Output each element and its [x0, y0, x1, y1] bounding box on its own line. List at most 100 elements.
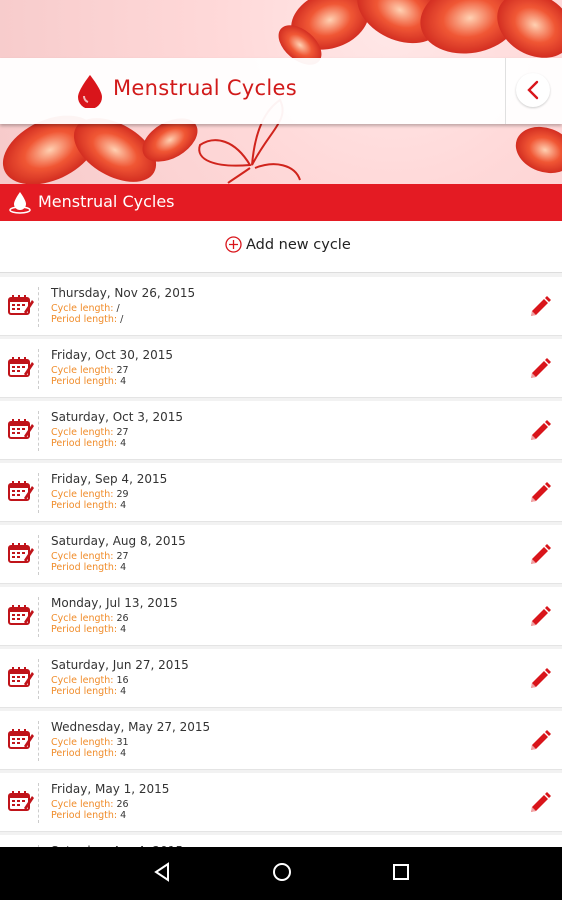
cycle-length-value: 26 — [116, 613, 129, 624]
divider — [505, 58, 506, 124]
period-length-label: Period length: — [51, 376, 118, 387]
cycle-length-label: Cycle length: — [51, 365, 114, 376]
cycle-date: Saturday, Jun 27, 2015 — [51, 658, 189, 672]
period-length-line: Period length: 4 — [51, 810, 126, 821]
cycle-length-line: Cycle length: 16 — [51, 675, 129, 686]
nav-recents-icon[interactable] — [391, 861, 411, 887]
nav-back-icon[interactable] — [152, 861, 172, 887]
cycle-length-label: Cycle length: — [51, 613, 114, 624]
cycle-list-item[interactable]: Monday, Jul 13, 2015 Cycle length: 26 Peri… — [0, 587, 562, 646]
period-length-value: 4 — [120, 686, 127, 697]
water-drop-icon — [8, 190, 32, 218]
period-length-value: 4 — [120, 810, 127, 821]
cycle-list-item[interactable]: Thursday, Nov 26, 2015 Cycle length: / Per… — [0, 277, 562, 336]
calendar-edit-icon — [8, 418, 34, 444]
cycle-list-item[interactable]: Wednesday, May 27, 2015 Cycle length: 31 P… — [0, 711, 562, 770]
divider — [38, 411, 39, 451]
period-length-value: 4 — [120, 562, 127, 573]
cycle-list-item[interactable]: Saturday, Jun 27, 2015 Cycle length: 16 Pe… — [0, 649, 562, 708]
divider — [38, 783, 39, 823]
cycle-length-label: Cycle length: — [51, 799, 114, 810]
cycle-length-value: 16 — [116, 675, 129, 686]
period-length-line: Period length: 4 — [51, 500, 126, 511]
period-length-value: 4 — [120, 748, 127, 759]
pencil-icon[interactable] — [528, 543, 552, 571]
pencil-icon[interactable] — [528, 481, 552, 509]
period-length-label: Period length: — [51, 438, 118, 449]
period-length-line: Period length: 4 — [51, 748, 126, 759]
cycle-list-item[interactable]: Friday, Oct 30, 2015 Cycle length: 27 Peri… — [0, 339, 562, 398]
cycle-length-value: 27 — [116, 365, 129, 376]
cycle-date: Friday, Sep 4, 2015 — [51, 472, 168, 486]
period-length-value: 4 — [120, 624, 127, 635]
calendar-edit-icon — [8, 790, 34, 816]
page-title: Menstrual Cycles — [113, 76, 297, 100]
divider — [38, 597, 39, 637]
calendar-edit-icon — [8, 728, 34, 754]
cycle-length-label: Cycle length: — [51, 737, 114, 748]
chevron-left-icon — [527, 80, 539, 100]
cycle-length-value: 26 — [116, 799, 129, 810]
calendar-edit-icon — [8, 666, 34, 692]
pencil-icon[interactable] — [528, 667, 552, 695]
divider — [38, 659, 39, 699]
cycle-length-line: Cycle length: 27 — [51, 365, 129, 376]
cycle-length-value: 31 — [116, 737, 129, 748]
period-length-line: Period length: 4 — [51, 376, 126, 387]
add-new-cycle-label: Add new cycle — [246, 236, 351, 253]
system-nav-bar — [0, 847, 562, 900]
pencil-icon[interactable] — [528, 791, 552, 819]
period-length-label: Period length: — [51, 686, 118, 697]
add-cycle-row: Add new cycle — [0, 221, 562, 273]
cycle-length-value: 29 — [116, 489, 129, 500]
period-length-value: / — [120, 314, 124, 325]
calendar-edit-icon — [8, 604, 34, 630]
period-length-label: Period length: — [51, 562, 118, 573]
divider — [38, 287, 39, 327]
cycle-date: Saturday, Aug 8, 2015 — [51, 534, 186, 548]
cycle-date: Monday, Jul 13, 2015 — [51, 596, 178, 610]
divider — [38, 535, 39, 575]
cycle-list-item[interactable]: Friday, Sep 4, 2015 Cycle length: 29 Perio… — [0, 463, 562, 522]
divider — [38, 721, 39, 761]
cycle-length-line: Cycle length: 27 — [51, 551, 129, 562]
period-length-label: Period length: — [51, 624, 118, 635]
cycle-date: Friday, May 1, 2015 — [51, 782, 170, 796]
add-new-cycle-button[interactable]: Add new cycle — [225, 236, 351, 253]
back-button[interactable] — [516, 73, 550, 107]
cycle-length-line: Cycle length: 27 — [51, 427, 129, 438]
period-length-label: Period length: — [51, 748, 118, 759]
cycle-length-line: Cycle length: 26 — [51, 799, 129, 810]
period-length-label: Period length: — [51, 500, 118, 511]
cycle-length-value: 27 — [116, 551, 129, 562]
period-length-label: Period length: — [51, 810, 118, 821]
cycle-list-item[interactable]: Saturday, Oct 3, 2015 Cycle length: 27 Per… — [0, 401, 562, 460]
cycle-date: Saturday, Oct 3, 2015 — [51, 410, 184, 424]
cycle-length-label: Cycle length: — [51, 551, 114, 562]
cycle-length-line: Cycle length: 26 — [51, 613, 129, 624]
cycle-date: Wednesday, May 27, 2015 — [51, 720, 211, 734]
calendar-edit-icon — [8, 294, 34, 320]
blood-drop-icon — [76, 74, 104, 112]
period-length-value: 4 — [120, 438, 127, 449]
cycle-list-item[interactable]: Friday, May 1, 2015 Cycle length: 26 Perio… — [0, 773, 562, 832]
period-length-line: Period length: 4 — [51, 438, 126, 449]
cycle-list-item[interactable]: Saturday, Aug 8, 2015 Cycle length: 27 Per… — [0, 525, 562, 584]
pencil-icon[interactable] — [528, 729, 552, 757]
cycle-length-line: Cycle length: / — [51, 303, 120, 314]
app-bar: Menstrual Cycles — [0, 58, 562, 124]
pencil-icon[interactable] — [528, 605, 552, 633]
section-title: Menstrual Cycles — [38, 192, 175, 211]
cycle-length-line: Cycle length: 29 — [51, 489, 129, 500]
nav-home-icon[interactable] — [271, 861, 293, 887]
cycle-length-value: / — [116, 303, 120, 314]
period-length-value: 4 — [120, 500, 127, 511]
cycle-length-line: Cycle length: 31 — [51, 737, 129, 748]
pencil-icon[interactable] — [528, 357, 552, 385]
section-header: Menstrual Cycles — [0, 184, 562, 221]
pencil-icon[interactable] — [528, 419, 552, 447]
cycle-list: Thursday, Nov 26, 2015 Cycle length: / Per… — [0, 277, 562, 897]
pencil-icon[interactable] — [528, 295, 552, 323]
cycle-length-value: 27 — [116, 427, 129, 438]
plus-circle-icon — [225, 236, 242, 253]
